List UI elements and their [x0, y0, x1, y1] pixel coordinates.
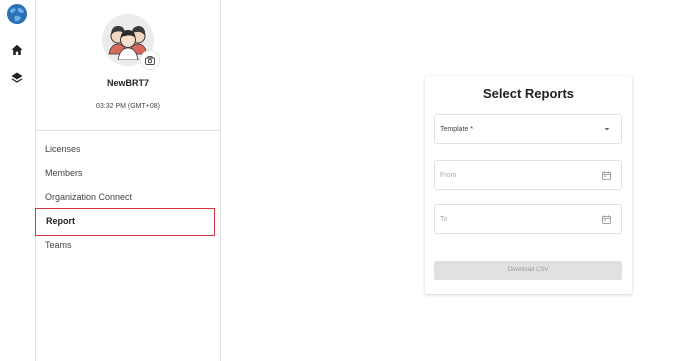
- globe-logo-icon[interactable]: [5, 2, 29, 26]
- calendar-icon[interactable]: [602, 215, 611, 226]
- calendar-icon[interactable]: [602, 171, 611, 182]
- sidebar-item-report[interactable]: Report: [35, 208, 215, 236]
- sidebar-nav: Licenses Members Organization Connect Re…: [35, 140, 222, 260]
- chevron-down-icon: [603, 125, 611, 135]
- select-reports-card: Select Reports Template * From To Downlo…: [425, 76, 632, 294]
- profile-section: NewBRT7 03:32 PM (GMT+08): [36, 0, 220, 131]
- download-csv-button[interactable]: Download CSV: [434, 261, 622, 280]
- template-label: Template *: [440, 126, 474, 133]
- change-avatar-button[interactable]: [140, 50, 160, 70]
- layers-icon[interactable]: [5, 66, 29, 90]
- from-label: From: [440, 172, 457, 179]
- sidebar: NewBRT7 03:32 PM (GMT+08) Licenses Membe…: [35, 0, 221, 361]
- local-time: 03:32 PM (GMT+08): [96, 103, 160, 110]
- template-select[interactable]: Template *: [434, 114, 622, 144]
- username: NewBRT7: [106, 78, 149, 88]
- sidebar-item-teams[interactable]: Teams: [36, 236, 222, 260]
- sidebar-item-licenses[interactable]: Licenses: [36, 140, 222, 164]
- icon-rail: [0, 0, 35, 361]
- sidebar-item-members[interactable]: Members: [36, 164, 222, 188]
- to-date-field[interactable]: To: [434, 204, 622, 234]
- avatar-container: [102, 14, 160, 70]
- from-date-field[interactable]: From: [434, 160, 622, 190]
- camera-icon: [145, 55, 155, 65]
- to-label: To: [440, 216, 448, 223]
- home-icon[interactable]: [5, 38, 29, 62]
- card-title: Select Reports: [482, 86, 575, 101]
